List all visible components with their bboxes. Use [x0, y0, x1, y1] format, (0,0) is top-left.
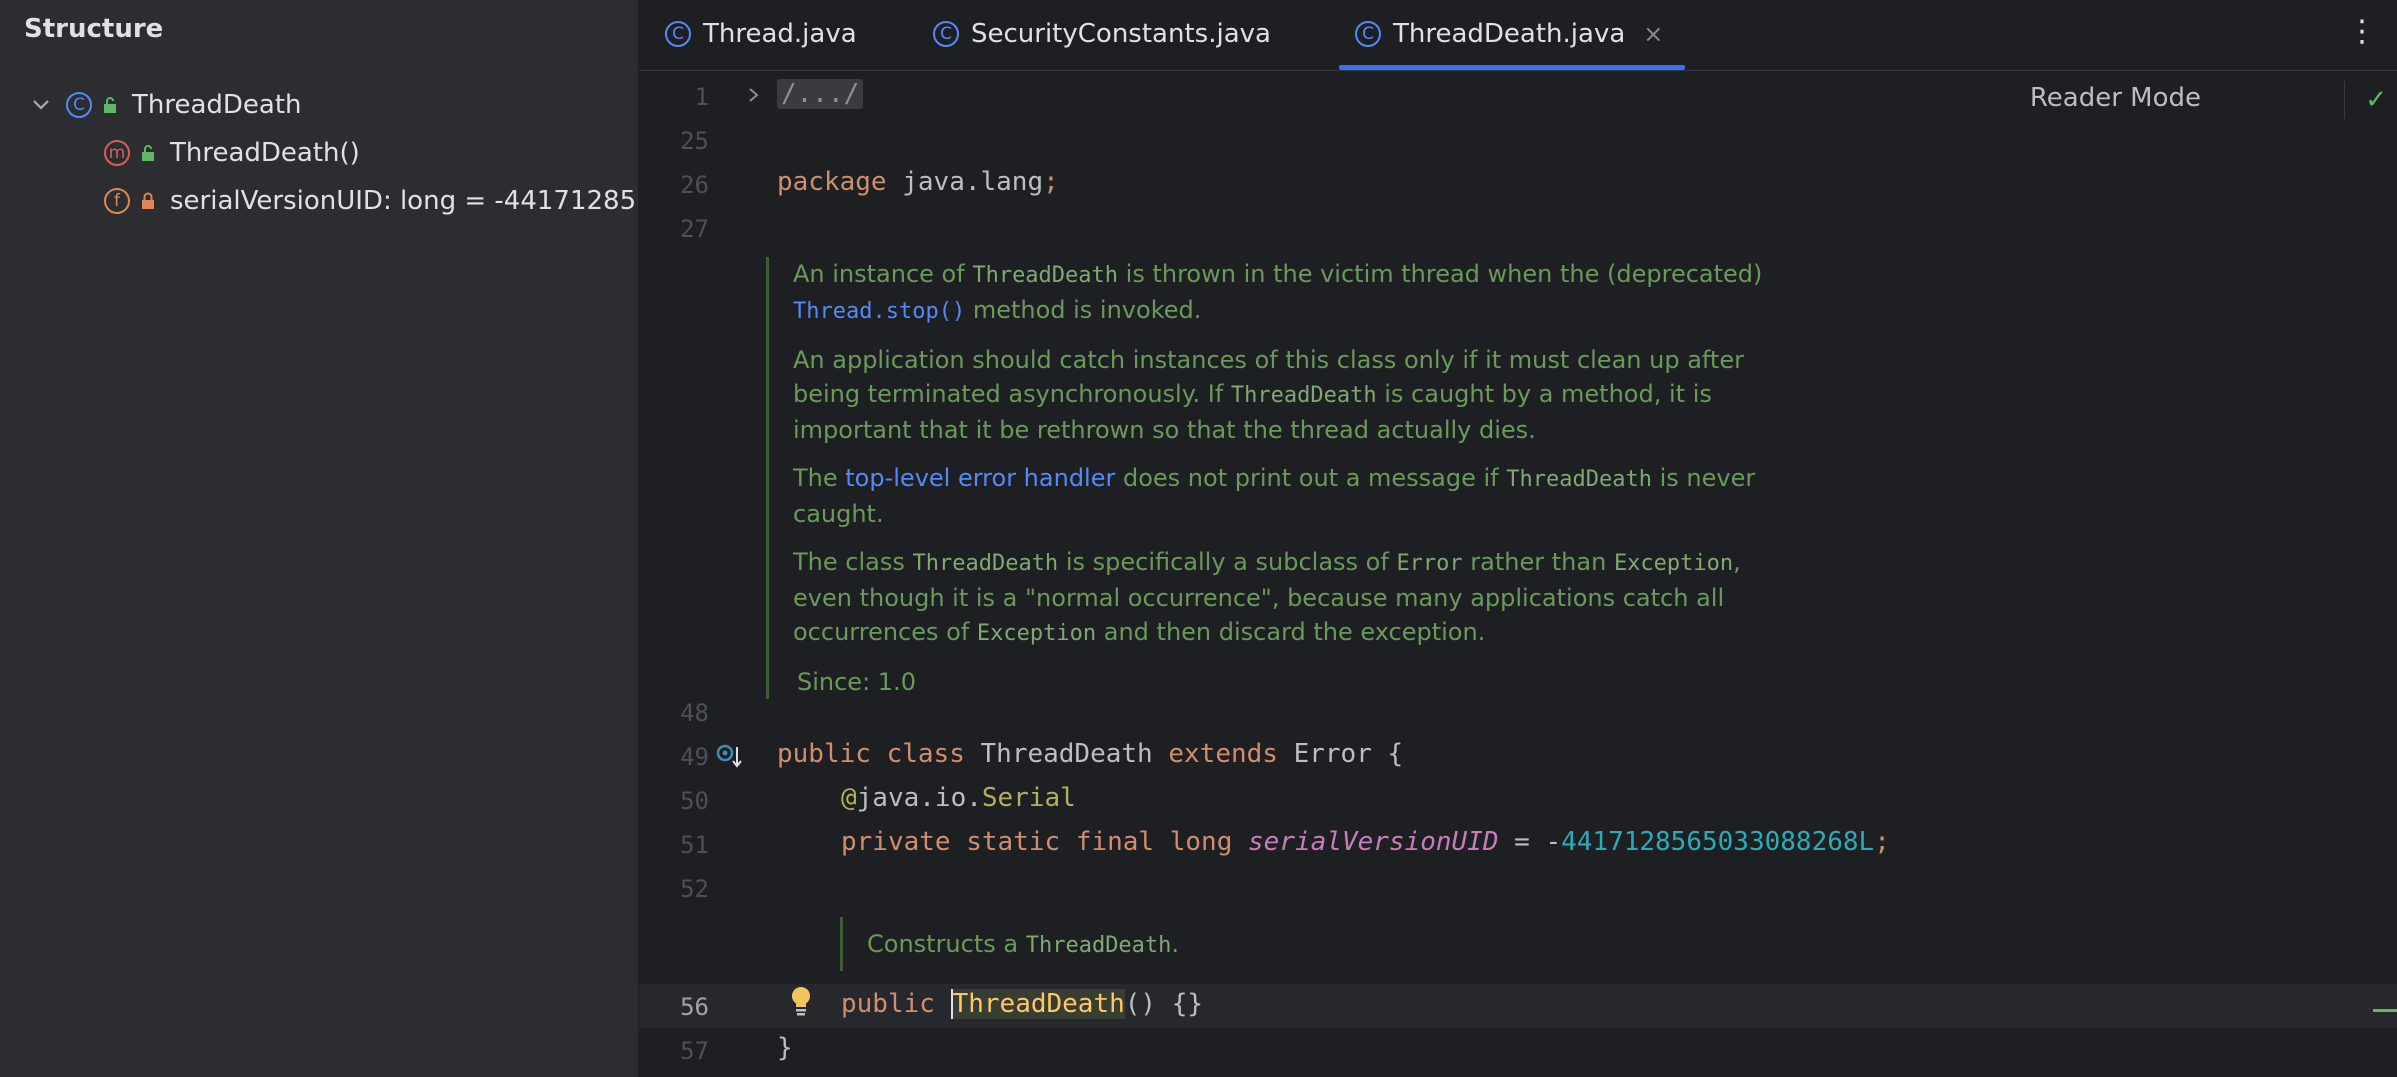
doc-link[interactable]: Thread.stop() [793, 299, 965, 324]
doc-paragraph: An instance of ThreadDeath is thrown in … [793, 260, 1763, 324]
line-number: 26 [680, 171, 709, 199]
line-number: 1 [694, 83, 709, 111]
class-icon: C [1355, 21, 1381, 47]
line-number: 52 [680, 875, 709, 903]
public-access-icon [104, 97, 116, 113]
method-icon: m [104, 140, 130, 166]
doc-paragraph: The top-level error handler does not pri… [793, 464, 1756, 528]
doc-link[interactable]: top-level error handler [845, 464, 1115, 492]
check-icon[interactable]: ✓ [2365, 85, 2387, 115]
class-icon: C [66, 92, 92, 118]
code-line-package: package java.lang; [777, 167, 1059, 197]
code-line-constructor: public ThreadDeath() {} [841, 989, 1204, 1019]
line-number: 25 [680, 127, 709, 155]
tree-item-class[interactable]: C ThreadDeath [30, 84, 302, 126]
doc-paragraph: An application should catch instances of… [793, 346, 1744, 444]
doc-paragraph: The class ThreadDeath is specifically a … [793, 548, 1741, 646]
separator [2344, 81, 2345, 119]
code-line-class-decl: public class ThreadDeath extends Error { [777, 739, 1404, 769]
tab-thread-java[interactable]: C Thread.java [665, 0, 857, 68]
structure-panel: Structure C ThreadDeath m ThreadDeath() … [0, 0, 639, 1077]
code-line-close-brace: } [777, 1033, 793, 1063]
lightbulb-icon[interactable] [789, 985, 813, 1017]
public-access-icon [142, 145, 154, 161]
javadoc-class: An instance of ThreadDeath is thrown in … [766, 257, 1793, 699]
tree-item-label: ThreadDeath [132, 90, 302, 120]
line-number: 50 [680, 787, 709, 815]
code-line-annotation: @java.io.Serial [841, 783, 1076, 813]
text-cursor-identifier[interactable]: ThreadDeath [950, 989, 1125, 1019]
override-marker-icon[interactable] [715, 741, 745, 771]
chevron-right-icon[interactable] [747, 83, 761, 107]
line-number: 48 [680, 699, 709, 727]
line-number: 56 [680, 993, 709, 1021]
close-icon[interactable]: × [1643, 20, 1663, 48]
class-icon: C [665, 21, 691, 47]
tab-label: SecurityConstants.java [971, 19, 1271, 49]
tab-label: Thread.java [703, 19, 857, 49]
tab-securityconstants-java[interactable]: C SecurityConstants.java [933, 0, 1271, 68]
reader-mode-button[interactable]: Reader Mode [2030, 83, 2201, 113]
code-editor[interactable]: Reader Mode ✓ 1 25 26 27 48 49 50 51 52 … [639, 71, 2397, 1077]
code-line-field: private static final long serialVersionU… [841, 827, 1890, 857]
chevron-down-icon[interactable] [30, 94, 52, 116]
tab-label: ThreadDeath.java [1393, 19, 1626, 49]
editor-tab-bar: C Thread.java C SecurityConstants.java C… [639, 0, 2397, 71]
tab-threaddeath-java[interactable]: C ThreadDeath.java × [1339, 0, 1686, 70]
line-number: 51 [680, 831, 709, 859]
structure-title: Structure [24, 14, 164, 44]
more-options-icon[interactable]: ⋮ [2347, 14, 2377, 49]
folded-region[interactable]: /.../ [777, 79, 864, 109]
line-number: 27 [680, 215, 709, 243]
line-number: 57 [680, 1037, 709, 1065]
tree-item-method[interactable]: m ThreadDeath() [104, 132, 360, 174]
field-icon: f [104, 188, 130, 214]
lock-icon [142, 192, 154, 209]
line-number: 49 [680, 743, 709, 771]
doc-since: Since: 1.0 [797, 668, 916, 696]
tree-item-field[interactable]: f serialVersionUID: long = -4417128565 [104, 180, 639, 222]
tree-item-label: ThreadDeath() [170, 138, 360, 168]
scrollbar-marker[interactable] [2373, 1009, 2397, 1012]
class-icon: C [933, 21, 959, 47]
javadoc-constructor: Constructs a ThreadDeath. [840, 917, 1567, 971]
tree-item-label: serialVersionUID: long = -4417128565 [170, 186, 639, 216]
